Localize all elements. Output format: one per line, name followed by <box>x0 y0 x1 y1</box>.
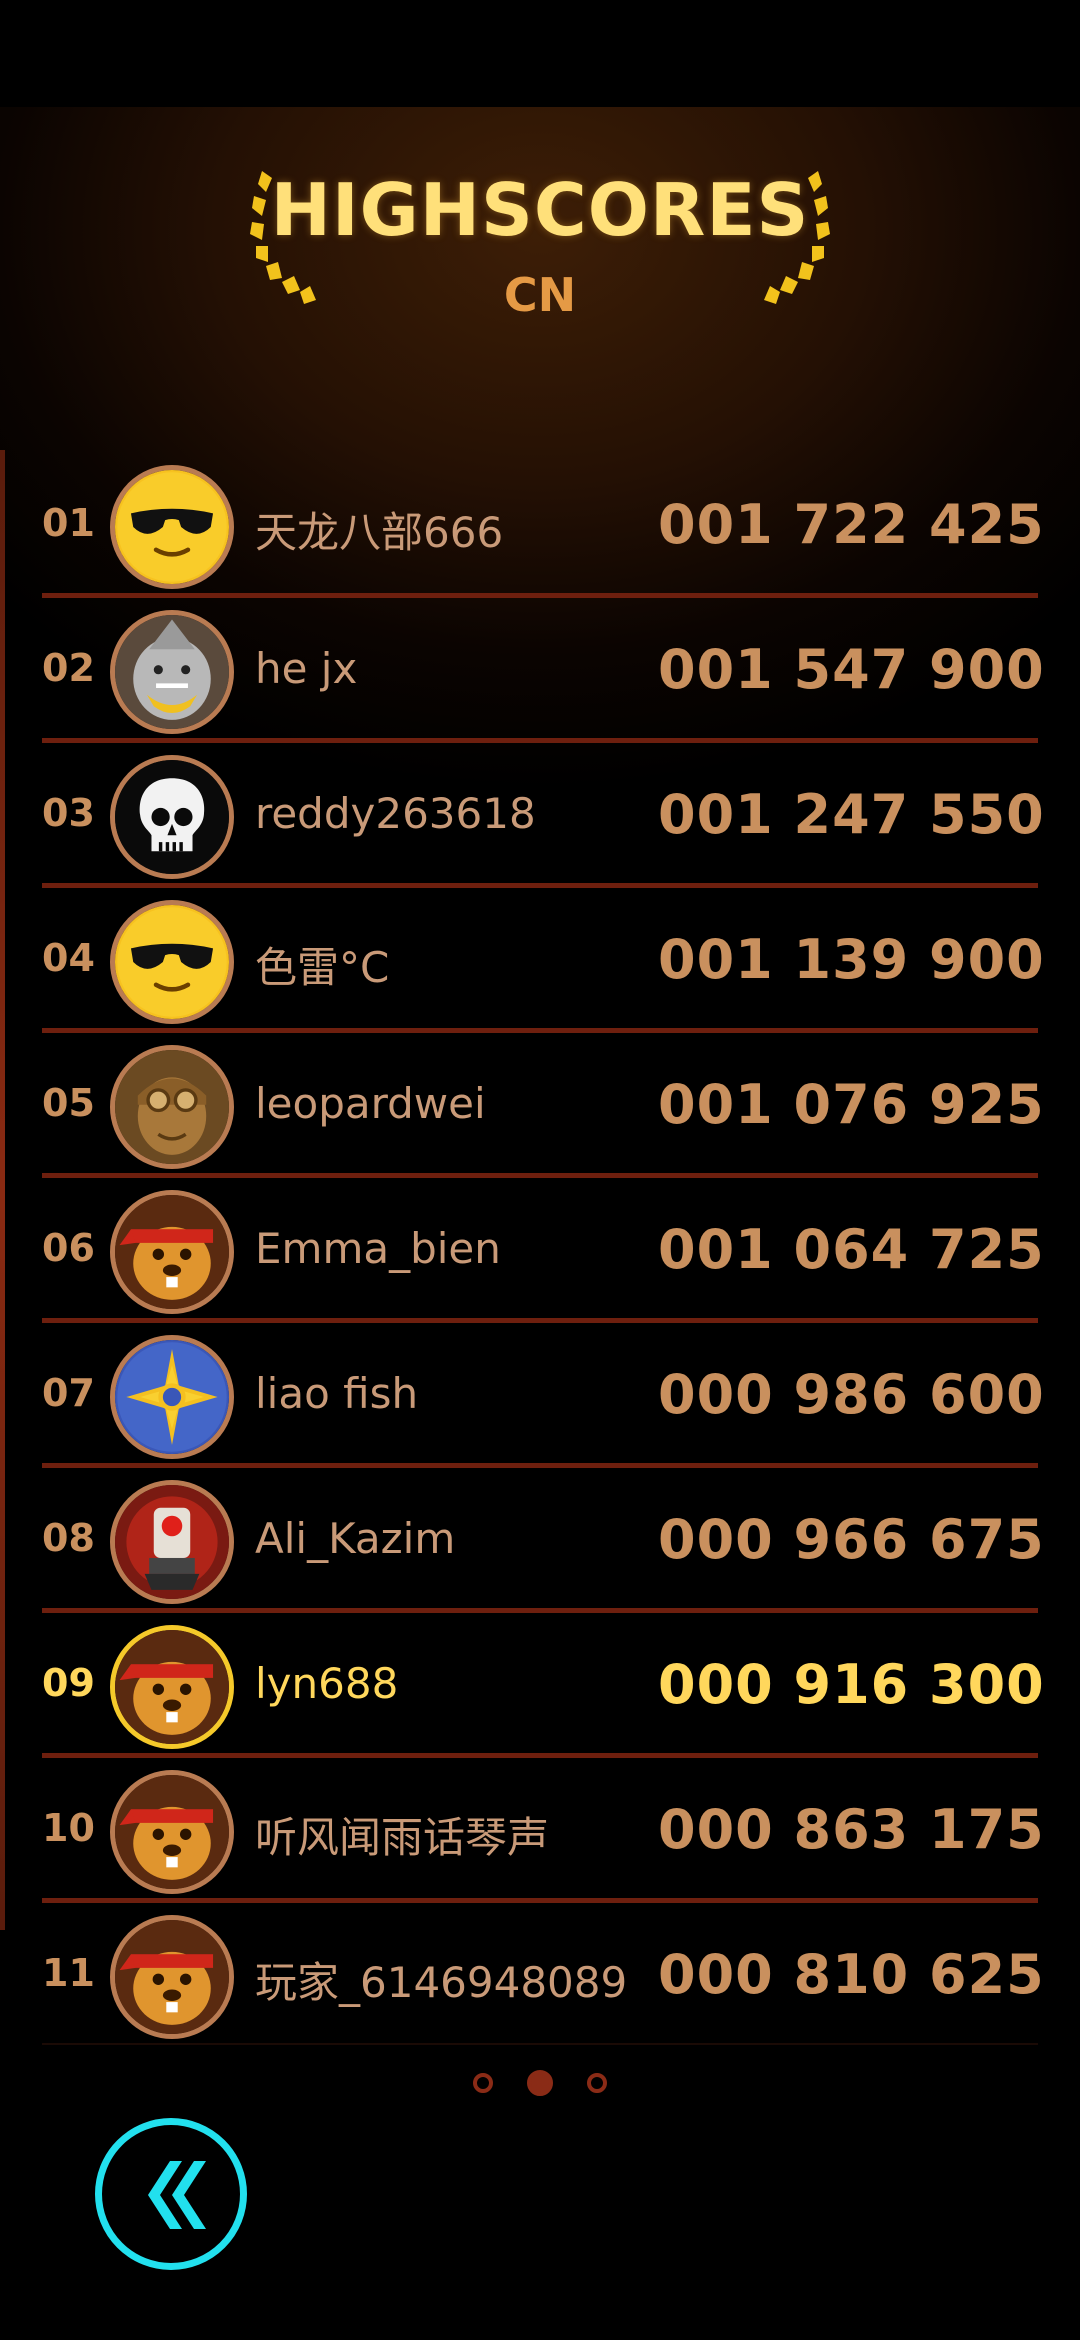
player-name: Ali_Kazim <box>255 1514 456 1563</box>
leaderboard-row[interactable]: 06 Emma_bien 001 064 725 <box>0 1180 1080 1325</box>
player-name: he jx <box>255 644 358 693</box>
row-divider <box>42 883 1038 888</box>
leaderboard-row-current-player[interactable]: 09 lyn688 000 916 300 <box>0 1615 1080 1760</box>
beaver-bandana-avatar-icon <box>110 1770 234 1894</box>
skull-avatar-icon <box>110 755 234 879</box>
rank-number: 01 <box>42 501 95 545</box>
leaderboard-row[interactable]: 11 玩家_6146948089 000 810 625 <box>0 1905 1080 2050</box>
back-button[interactable] <box>95 2118 247 2270</box>
row-divider <box>42 1753 1038 1758</box>
player-name: Emma_bien <box>255 1224 501 1273</box>
player-score: 000 810 625 <box>658 1943 1045 2006</box>
player-name: lyn688 <box>255 1659 399 1708</box>
shark-avatar-icon <box>110 610 234 734</box>
player-name: reddy263618 <box>255 789 536 838</box>
player-name: 天龙八部666 <box>255 508 504 557</box>
leaderboard-row[interactable]: 04 色雷°C 001 139 900 <box>0 890 1080 1035</box>
sunglasses-emoji-avatar-icon <box>110 465 234 589</box>
leaderboard-row[interactable]: 01 天龙八部666 001 722 425 <box>0 455 1080 600</box>
player-name: 玩家_6146948089 <box>255 1958 628 2007</box>
rank-number: 11 <box>42 1951 95 1995</box>
leaderboard-row[interactable]: 08 Ali_Kazim 000 966 675 <box>0 1470 1080 1615</box>
player-name: leopardwei <box>255 1079 486 1128</box>
page-dot-3[interactable] <box>587 2073 607 2093</box>
row-divider <box>42 738 1038 743</box>
player-score: 000 966 675 <box>658 1508 1045 1571</box>
rank-number: 06 <box>42 1226 95 1270</box>
robot-avatar-icon <box>110 1480 234 1604</box>
player-score: 001 722 425 <box>658 493 1045 556</box>
page-indicator <box>0 2070 1080 2100</box>
player-name: liao fish <box>255 1369 419 1418</box>
row-divider <box>42 2043 1038 2045</box>
page-title: HIGHSCORES <box>270 168 810 252</box>
player-score: 001 139 900 <box>658 928 1045 991</box>
row-divider <box>42 1173 1038 1178</box>
page-dot-1[interactable] <box>473 2073 493 2093</box>
highscores-screen: HIGHSCORES CN 01 天龙八部666 001 722 425 02 he… <box>0 0 1080 2340</box>
rank-number: 05 <box>42 1081 95 1125</box>
player-score: 000 916 300 <box>658 1653 1045 1716</box>
row-divider <box>42 1608 1038 1613</box>
sunglasses-emoji-avatar-icon <box>110 900 234 1024</box>
player-score: 001 547 900 <box>658 638 1045 701</box>
region-label: CN <box>503 268 577 322</box>
double-chevron-left-icon <box>148 2161 206 2229</box>
rank-number: 03 <box>42 791 95 835</box>
row-divider <box>42 1463 1038 1468</box>
player-score: 001 247 550 <box>658 783 1045 846</box>
row-divider <box>42 593 1038 598</box>
player-score: 000 986 600 <box>658 1363 1045 1426</box>
page-dot-2[interactable] <box>527 2070 553 2096</box>
pilot-avatar-icon <box>110 1045 234 1169</box>
leaderboard-row[interactable]: 03 reddy263618 001 247 550 <box>0 745 1080 890</box>
row-divider <box>42 1028 1038 1033</box>
rank-number: 08 <box>42 1516 95 1560</box>
row-divider <box>42 1318 1038 1323</box>
player-name: 色雷°C <box>255 943 390 992</box>
leaderboard-row[interactable]: 10 听风闻雨话琴声 000 863 175 <box>0 1760 1080 1905</box>
player-score: 001 076 925 <box>658 1073 1045 1136</box>
player-name: 听风闻雨话琴声 <box>255 1813 550 1862</box>
rank-number: 09 <box>42 1661 95 1705</box>
star-compass-avatar-icon <box>110 1335 234 1459</box>
beaver-bandana-avatar-icon <box>110 1190 234 1314</box>
leaderboard-row[interactable]: 07 liao fish 000 986 600 <box>0 1325 1080 1470</box>
rank-number: 02 <box>42 646 95 690</box>
rank-number: 10 <box>42 1806 95 1850</box>
rank-number: 04 <box>42 936 95 980</box>
player-score: 000 863 175 <box>658 1798 1045 1861</box>
beaver-bandana-avatar-icon <box>110 1915 234 2039</box>
rank-number: 07 <box>42 1371 95 1415</box>
player-score: 001 064 725 <box>658 1218 1045 1281</box>
beaver-bandana-avatar-icon <box>110 1625 234 1749</box>
leaderboard-row[interactable]: 05 leopardwei 001 076 925 <box>0 1035 1080 1180</box>
leaderboard-row[interactable]: 02 he jx 001 547 900 <box>0 600 1080 745</box>
row-divider <box>42 1898 1038 1903</box>
status-bar <box>0 0 1080 107</box>
